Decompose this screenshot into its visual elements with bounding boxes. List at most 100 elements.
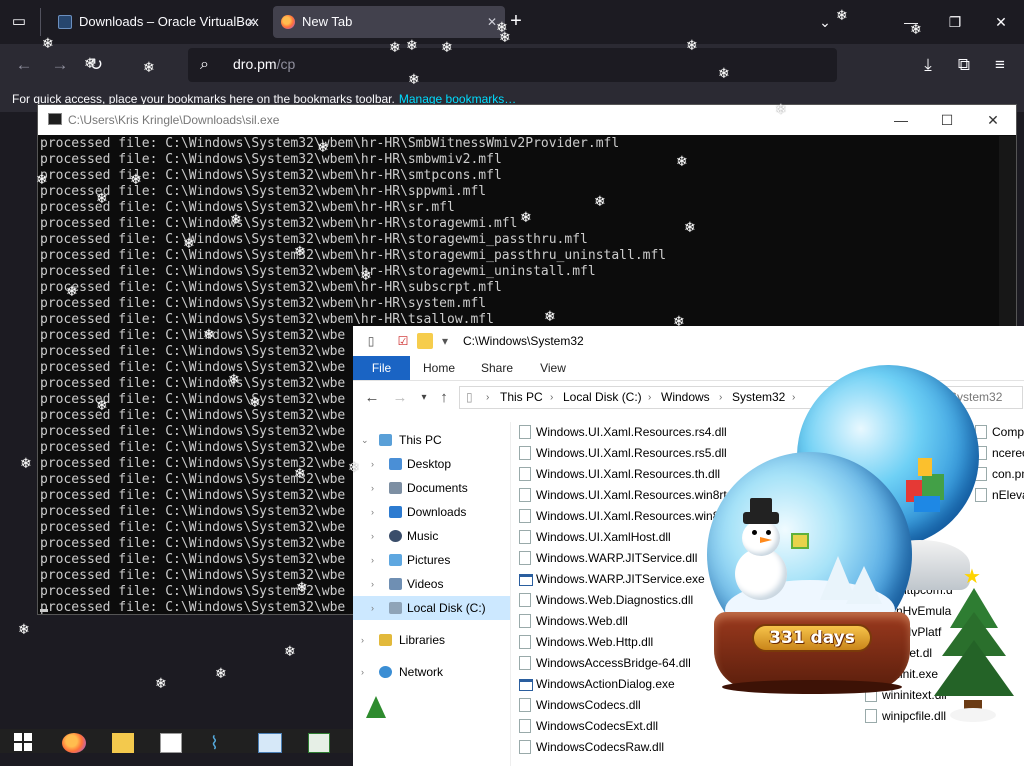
forward-icon[interactable]: →: [391, 389, 409, 407]
chevron-down-icon[interactable]: ▾: [437, 333, 453, 349]
back-icon[interactable]: ←: [12, 53, 36, 77]
countdown-label: 331 days: [752, 624, 872, 652]
file-name: Windows.UI.XamlHost.dll: [536, 530, 671, 544]
chevron-right-icon[interactable]: ›: [371, 596, 381, 620]
nav-item-documents[interactable]: › Documents: [353, 476, 511, 500]
tab-list-icon[interactable]: ▭: [8, 11, 30, 33]
this-pc-icon: [379, 434, 392, 446]
libraries-icon: [379, 634, 392, 646]
minimize-icon[interactable]: —: [878, 105, 924, 135]
manage-bookmarks-link[interactable]: Manage bookmarks…: [399, 92, 516, 106]
notepad-taskbar-icon[interactable]: [160, 733, 182, 753]
close-window-icon[interactable]: ✕: [970, 105, 1016, 135]
forward-icon[interactable]: →: [48, 53, 72, 77]
console-line: processed file: C:\Windows\System32\wbem…: [40, 264, 596, 279]
chevron-right-icon[interactable]: ›: [361, 660, 371, 684]
tab-file[interactable]: File: [353, 356, 410, 380]
tab-virtualbox-downloads[interactable]: Downloads – Oracle VirtualBox ✕: [50, 6, 264, 38]
browser-tab-bar: ▭ Downloads – Oracle VirtualBox ✕ New Ta…: [0, 0, 1024, 44]
nav-item-label: Network: [399, 665, 444, 679]
breadcrumb-this-pc[interactable]: This PC: [500, 387, 543, 408]
chevron-right-icon[interactable]: ›: [361, 628, 371, 652]
breadcrumb-windows[interactable]: Windows: [661, 387, 710, 408]
properties-icon[interactable]: ☑: [395, 333, 411, 349]
terminal-taskbar-icon[interactable]: ⌇: [210, 733, 232, 753]
nav-item-pictures[interactable]: › Pictures: [353, 548, 511, 572]
file-name: con.png: [992, 467, 1024, 481]
nav-item-label: Desktop: [407, 457, 452, 471]
breadcrumb-system32[interactable]: System32: [732, 387, 785, 408]
explorer-taskbar-icon[interactable]: [112, 733, 134, 753]
new-folder-icon[interactable]: [417, 333, 433, 349]
menu-icon[interactable]: ≡: [988, 53, 1012, 77]
back-icon[interactable]: ←: [363, 389, 381, 407]
dll-file-icon: [519, 446, 531, 460]
console-title-bar[interactable]: C:\Users\Kris Kringle\Downloads\sil.exe …: [38, 105, 1016, 135]
reload-icon[interactable]: ↻: [84, 53, 108, 77]
chevron-right-icon[interactable]: ›: [371, 548, 381, 572]
nav-item-desktop[interactable]: › Desktop: [353, 452, 511, 476]
minimize-icon[interactable]: —: [899, 10, 923, 34]
firefox-taskbar-icon[interactable]: [62, 733, 86, 753]
dll-file-icon: [519, 509, 531, 523]
nav-item-network[interactable]: › Network: [353, 660, 511, 684]
app-taskbar-icon[interactable]: [308, 733, 330, 753]
maximize-icon[interactable]: ☐: [924, 105, 970, 135]
downloads-icon[interactable]: ⤓: [916, 53, 940, 77]
nav-item-local-disk[interactable]: › Local Disk (C:): [353, 596, 511, 620]
network-icon: [379, 666, 392, 678]
recent-locations-icon[interactable]: ▾: [415, 389, 433, 407]
breadcrumb-local-disk[interactable]: Local Disk (C:): [563, 387, 642, 408]
documents-icon: [389, 482, 402, 494]
extensions-icon[interactable]: ⧉: [952, 53, 976, 77]
app-taskbar-icon[interactable]: [258, 733, 282, 753]
restore-icon[interactable]: ❐: [943, 10, 967, 34]
snowy-tree-icon: [846, 566, 882, 604]
file-name: ncerec: [992, 446, 1024, 460]
tab-new-tab[interactable]: New Tab ✕: [273, 6, 505, 38]
nav-item-label: Local Disk (C:): [407, 601, 486, 615]
chevron-right-icon[interactable]: ›: [371, 524, 381, 548]
file-name: WindowsActionDialog.exe: [536, 677, 675, 691]
breadcrumb-separator: ›: [792, 392, 796, 403]
url-bar[interactable]: ⌕ dro.pm/cp: [188, 48, 837, 82]
dll-file-icon: [519, 614, 531, 628]
chevron-right-icon[interactable]: ›: [371, 452, 381, 476]
chevron-right-icon[interactable]: ›: [371, 476, 381, 500]
nav-item-downloads[interactable]: › Downloads: [353, 500, 511, 524]
chevron-down-icon[interactable]: ⌄: [361, 428, 371, 452]
nav-item-videos[interactable]: › Videos: [353, 572, 511, 596]
nav-item-this-pc[interactable]: ⌄ This PC: [353, 428, 511, 452]
breadcrumb-separator: ›: [486, 392, 490, 403]
up-icon[interactable]: ↑: [435, 389, 453, 407]
dll-file-icon: [519, 551, 531, 565]
music-icon: [389, 530, 402, 542]
snowflake-icon: ❄: [284, 643, 296, 659]
console-line: processed file: C:\Windows\System32\wbem…: [40, 296, 487, 311]
tab-home[interactable]: Home: [417, 356, 461, 380]
new-tab-button[interactable]: +: [505, 10, 527, 32]
nav-item-libraries[interactable]: › Libraries: [353, 628, 511, 652]
pane-divider[interactable]: [510, 422, 511, 766]
chevron-right-icon[interactable]: ›: [371, 500, 381, 524]
tab-label: New Tab: [302, 14, 353, 29]
nav-item-label: Downloads: [407, 505, 467, 519]
search-icon: ⌕: [200, 56, 209, 73]
file-name: Windows.UI.Xaml.Resources.th.dll: [536, 467, 721, 481]
dll-file-icon: [519, 740, 531, 754]
tab-view[interactable]: View: [531, 356, 575, 380]
exe-file-icon: [519, 574, 533, 586]
url-text[interactable]: dro.pm/cp: [233, 56, 295, 72]
list-all-tabs-icon[interactable]: ⌄: [813, 10, 837, 34]
close-tab-icon[interactable]: ✕: [246, 6, 256, 38]
nav-item-music[interactable]: › Music: [353, 524, 511, 548]
chevron-right-icon[interactable]: ›: [371, 572, 381, 596]
tab-share[interactable]: Share: [475, 356, 519, 380]
explorer-app-icon: ▯: [367, 334, 375, 348]
close-window-icon[interactable]: ✕: [989, 10, 1013, 34]
start-button[interactable]: [14, 733, 32, 753]
close-tab-icon[interactable]: ✕: [487, 6, 497, 38]
dll-file-icon: [519, 530, 531, 544]
file-name: Windows.WARP.JITService.exe: [536, 572, 705, 586]
console-line: processed file: C:\Windows\System32\wbem…: [40, 200, 455, 215]
